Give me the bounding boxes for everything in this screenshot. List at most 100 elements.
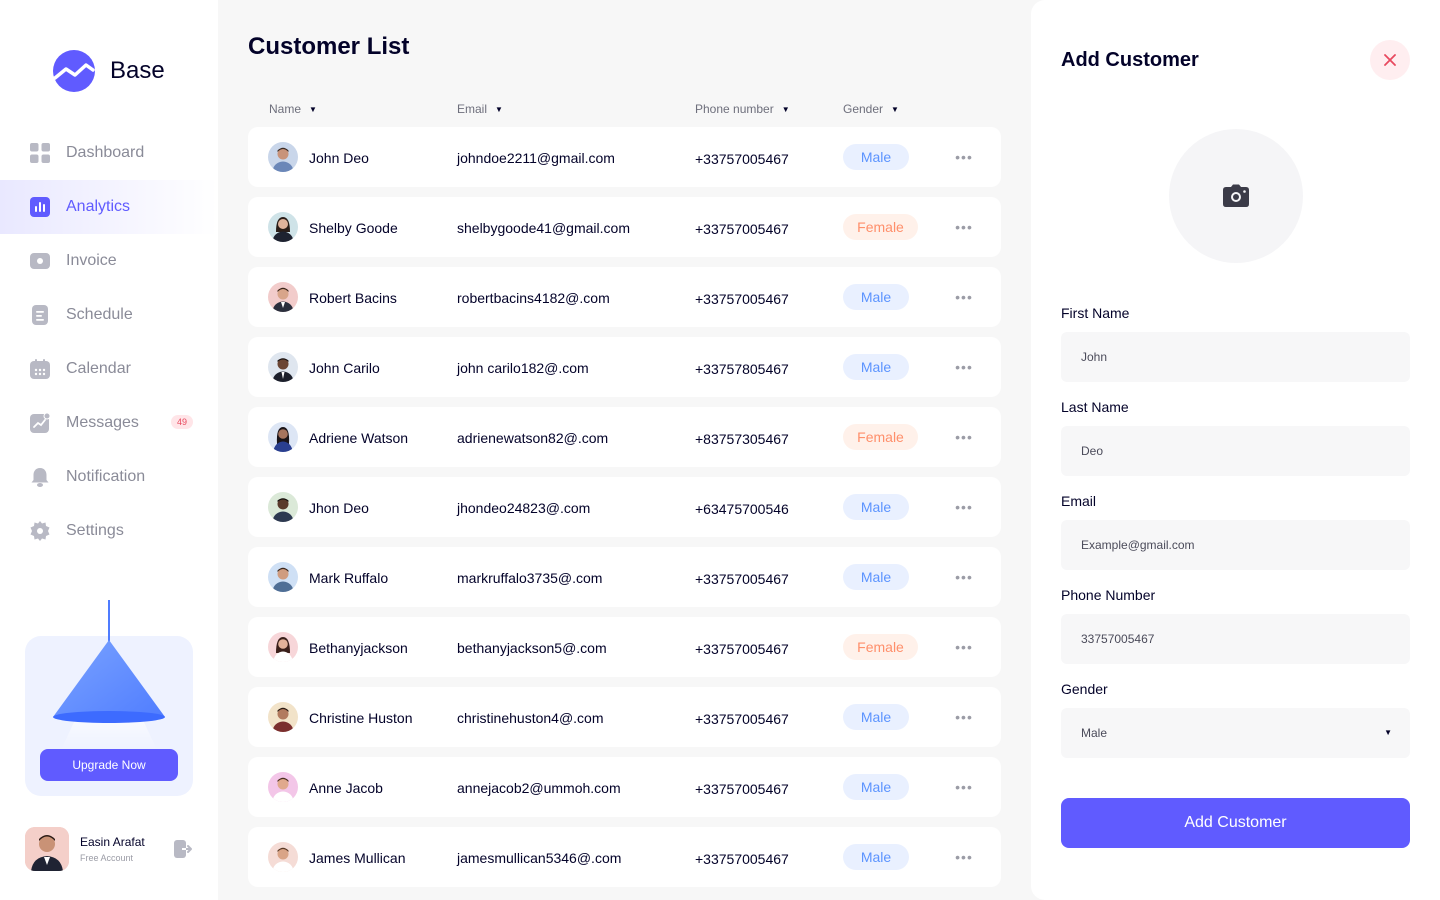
more-options-icon[interactable]: ••• xyxy=(955,849,973,865)
table-row[interactable]: Anne Jacob annejacob2@ummoh.com +3375700… xyxy=(248,757,1001,817)
customer-email: jhondeo24823@.com xyxy=(457,500,591,516)
sidebar-item-invoice[interactable]: Invoice xyxy=(0,234,218,288)
user-profile[interactable]: Easin Arafat Free Account xyxy=(25,827,195,871)
phone-number-label: Phone Number xyxy=(1061,587,1156,603)
messages-icon xyxy=(30,413,50,433)
table-row[interactable]: Mark Ruffalo markruffalo3735@.com +33757… xyxy=(248,547,1001,607)
gender-badge: Male xyxy=(843,354,909,380)
upgrade-card: Upgrade Now xyxy=(25,600,193,796)
sidebar-item-schedule[interactable]: Schedule xyxy=(0,288,218,342)
customer-phone: +33757005467 xyxy=(695,291,789,307)
customer-name: Christine Huston xyxy=(309,710,413,726)
sidebar: Base Dashboard Analytics Invoice Schedul… xyxy=(0,0,218,900)
add-customer-button[interactable]: Add Customer xyxy=(1061,798,1410,848)
brand[interactable]: Base xyxy=(53,50,165,92)
lamp-illustration xyxy=(53,600,165,750)
sidebar-item-messages[interactable]: Messages 49 xyxy=(0,396,218,450)
panel-title: Add Customer xyxy=(1061,49,1199,71)
camera-icon xyxy=(1223,184,1249,207)
customer-email: bethanyjackson5@.com xyxy=(457,640,607,656)
column-header-name[interactable]: Name ▼ xyxy=(269,102,317,116)
more-options-icon[interactable]: ••• xyxy=(955,289,973,305)
settings-icon xyxy=(30,521,50,541)
upgrade-now-button[interactable]: Upgrade Now xyxy=(40,749,178,781)
customer-phone: +63475700546 xyxy=(695,501,789,517)
avatar xyxy=(268,562,298,592)
more-options-icon[interactable]: ••• xyxy=(955,639,973,655)
sidebar-item-label: Messages xyxy=(66,414,139,431)
chevron-down-icon: ▼ xyxy=(1384,728,1392,737)
more-options-icon[interactable]: ••• xyxy=(955,779,973,795)
calendar-icon xyxy=(30,359,50,379)
column-header-label: Gender xyxy=(843,102,884,116)
photo-upload[interactable] xyxy=(1169,129,1303,263)
sidebar-item-settings[interactable]: Settings xyxy=(0,504,218,558)
sidebar-item-notification[interactable]: Notification xyxy=(0,450,218,504)
avatar xyxy=(268,632,298,662)
customer-name: Mark Ruffalo xyxy=(309,570,389,586)
table-row[interactable]: Robert Bacins robertbacins4182@.com +337… xyxy=(248,267,1001,327)
more-options-icon[interactable]: ••• xyxy=(955,359,973,375)
customer-phone: +33757005467 xyxy=(695,711,789,727)
customer-name: Bethanyjackson xyxy=(309,640,408,656)
column-header-email[interactable]: Email ▼ xyxy=(457,102,503,116)
sidebar-item-analytics[interactable]: Analytics xyxy=(0,180,218,234)
sidebar-item-label: Analytics xyxy=(66,198,131,215)
column-header-label: Email xyxy=(457,102,488,116)
sidebar-item-label: Dashboard xyxy=(66,144,145,161)
column-header-phone[interactable]: Phone number ▼ xyxy=(695,102,790,116)
user-name: Easin Arafat xyxy=(80,835,145,849)
sort-caret-icon: ▼ xyxy=(781,104,790,114)
first-name-field[interactable] xyxy=(1061,332,1410,382)
customer-email: annejacob2@ummoh.com xyxy=(457,780,621,796)
avatar xyxy=(268,422,298,452)
first-name-label: First Name xyxy=(1061,305,1130,321)
table-row[interactable]: Bethanyjackson bethanyjackson5@.com +337… xyxy=(248,617,1001,677)
sidebar-item-label: Notification xyxy=(66,468,146,485)
avatar xyxy=(268,772,298,802)
sidebar-nav: Dashboard Analytics Invoice Schedule Cal… xyxy=(0,126,218,558)
close-button[interactable] xyxy=(1370,40,1410,80)
email-field[interactable] xyxy=(1061,520,1410,570)
gender-badge: Male xyxy=(843,704,909,730)
gender-badge: Male xyxy=(843,844,909,870)
sort-caret-icon: ▼ xyxy=(309,104,317,114)
table-row[interactable]: Shelby Goode shelbygoode41@gmail.com +33… xyxy=(248,197,1001,257)
table-row[interactable]: Jhon Deo jhondeo24823@.com +63475700546 … xyxy=(248,477,1001,537)
user-info: Easin Arafat Free Account xyxy=(80,835,145,863)
more-options-icon[interactable]: ••• xyxy=(955,709,973,725)
avatar xyxy=(268,142,298,172)
logout-icon[interactable] xyxy=(173,839,193,859)
customer-phone: +33757005467 xyxy=(695,851,789,867)
table-row[interactable]: John Deo johndoe2211@gmail.com +33757005… xyxy=(248,127,1001,187)
table-row[interactable]: John Carilo john carilo182@.com +3375780… xyxy=(248,337,1001,397)
gender-badge: Male xyxy=(843,564,909,590)
more-options-icon[interactable]: ••• xyxy=(955,499,973,515)
avatar xyxy=(268,842,298,872)
customer-email: johndoe2211@gmail.com xyxy=(457,150,615,166)
customer-phone: +33757005467 xyxy=(695,221,789,237)
customer-phone: +33757005467 xyxy=(695,781,789,797)
customer-table: John Deo johndoe2211@gmail.com +33757005… xyxy=(248,127,1001,897)
sidebar-item-label: Settings xyxy=(66,522,124,539)
last-name-field[interactable] xyxy=(1061,426,1410,476)
phone-number-field[interactable] xyxy=(1061,614,1410,664)
table-row[interactable]: James Mullican jamesmullican5346@.com +3… xyxy=(248,827,1001,887)
more-options-icon[interactable]: ••• xyxy=(955,429,973,445)
sidebar-item-dashboard[interactable]: Dashboard xyxy=(0,126,218,180)
gender-select[interactable]: Male ▼ xyxy=(1061,708,1410,758)
table-row[interactable]: Christine Huston christinehuston4@.com +… xyxy=(248,687,1001,747)
gender-badge: Female xyxy=(843,424,918,450)
customer-phone: +33757005467 xyxy=(695,571,789,587)
add-customer-panel: Add Customer First Name Last Name Email … xyxy=(1031,0,1440,900)
sidebar-item-calendar[interactable]: Calendar xyxy=(0,342,218,396)
table-row[interactable]: Adriene Watson adrienewatson82@.com +837… xyxy=(248,407,1001,467)
more-options-icon[interactable]: ••• xyxy=(955,569,973,585)
more-options-icon[interactable]: ••• xyxy=(955,219,973,235)
column-header-gender[interactable]: Gender ▼ xyxy=(843,102,899,116)
gender-badge: Male xyxy=(843,144,909,170)
notification-icon xyxy=(30,467,50,487)
more-options-icon[interactable]: ••• xyxy=(955,149,973,165)
avatar xyxy=(268,702,298,732)
customer-name: Jhon Deo xyxy=(309,500,369,516)
